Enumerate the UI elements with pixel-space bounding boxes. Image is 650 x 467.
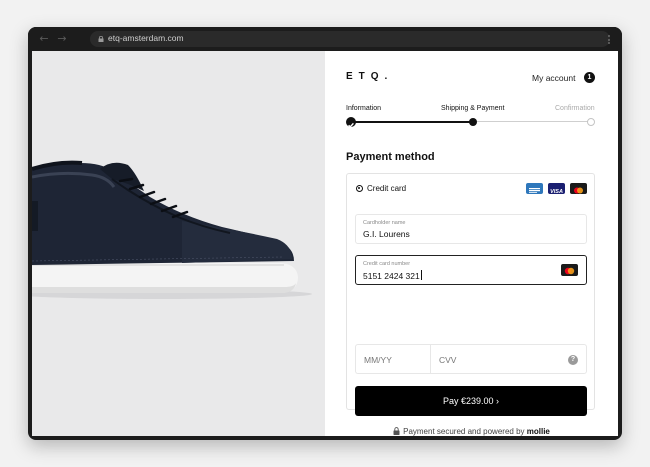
step-shipping-payment-label: Shipping & Payment: [441, 105, 505, 112]
pending-step-dot: [587, 118, 595, 126]
cvv-field[interactable]: CVV ?: [430, 344, 587, 374]
help-icon[interactable]: ?: [568, 355, 578, 365]
expiry-field[interactable]: MM/YY: [355, 344, 430, 374]
svg-text:VISA: VISA: [550, 189, 563, 195]
card-number-value: 5151 2424 321: [363, 270, 422, 281]
forward-arrow-icon[interactable]: →: [56, 33, 68, 45]
checkout-panel: ETQ. My account 1 Information Shipping &…: [325, 51, 618, 436]
browser-toolbar: ← → etq-amsterdam.com: [28, 27, 622, 51]
step-information-label: Information: [346, 105, 382, 112]
secured-note: Payment secured and powered by mollie: [347, 427, 596, 436]
card-number-field[interactable]: Credit card number 5151 2424 321: [355, 255, 587, 285]
payment-method-card: Credit card VISA Cardholder name G.I. Lo…: [346, 173, 595, 436]
step-confirmation-label: Confirmation: [555, 105, 595, 112]
credit-card-label[interactable]: Credit card: [367, 184, 406, 193]
kebab-menu-icon[interactable]: [608, 35, 610, 44]
secured-text: Payment secured and powered by: [403, 427, 525, 436]
brand-logo[interactable]: ETQ.: [346, 71, 393, 82]
cardholder-name-value: G.I. Lourens: [363, 229, 410, 239]
cart-count-badge[interactable]: 1: [584, 72, 595, 83]
amex-icon: [526, 183, 543, 194]
cardholder-name-label: Cardholder name: [363, 220, 406, 226]
cardholder-name-field[interactable]: Cardholder name G.I. Lourens: [355, 214, 587, 244]
lock-icon: [393, 427, 400, 435]
my-account-link[interactable]: My account: [532, 73, 575, 83]
mollie-logo[interactable]: mollie: [527, 427, 550, 436]
address-bar[interactable]: etq-amsterdam.com: [90, 31, 610, 47]
pay-button[interactable]: Pay €239.00 ›: [355, 386, 587, 416]
visa-icon: VISA: [548, 183, 565, 195]
expiry-placeholder: MM/YY: [364, 355, 392, 365]
card-number-label: Credit card number: [363, 261, 411, 267]
stepper-progress-line: [351, 121, 473, 123]
sneaker-image: [32, 160, 312, 299]
check-icon: [346, 117, 356, 128]
product-image-panel: [32, 51, 325, 436]
cvv-placeholder: CVV: [439, 355, 457, 365]
credit-card-radio[interactable]: [356, 185, 363, 192]
url-text: etq-amsterdam.com: [108, 33, 184, 43]
back-arrow-icon[interactable]: ←: [38, 33, 50, 45]
browser-window: ← → etq-amsterdam.com ETQ. My account 1 …: [28, 27, 622, 440]
current-step-dot: [469, 118, 477, 126]
mastercard-detected-icon: [561, 264, 578, 276]
mastercard-icon: [570, 183, 587, 194]
page-content: ETQ. My account 1 Information Shipping &…: [32, 51, 618, 436]
section-title: Payment method: [346, 151, 435, 163]
lock-icon: [98, 36, 104, 42]
stepper-remaining-line: [473, 121, 591, 122]
